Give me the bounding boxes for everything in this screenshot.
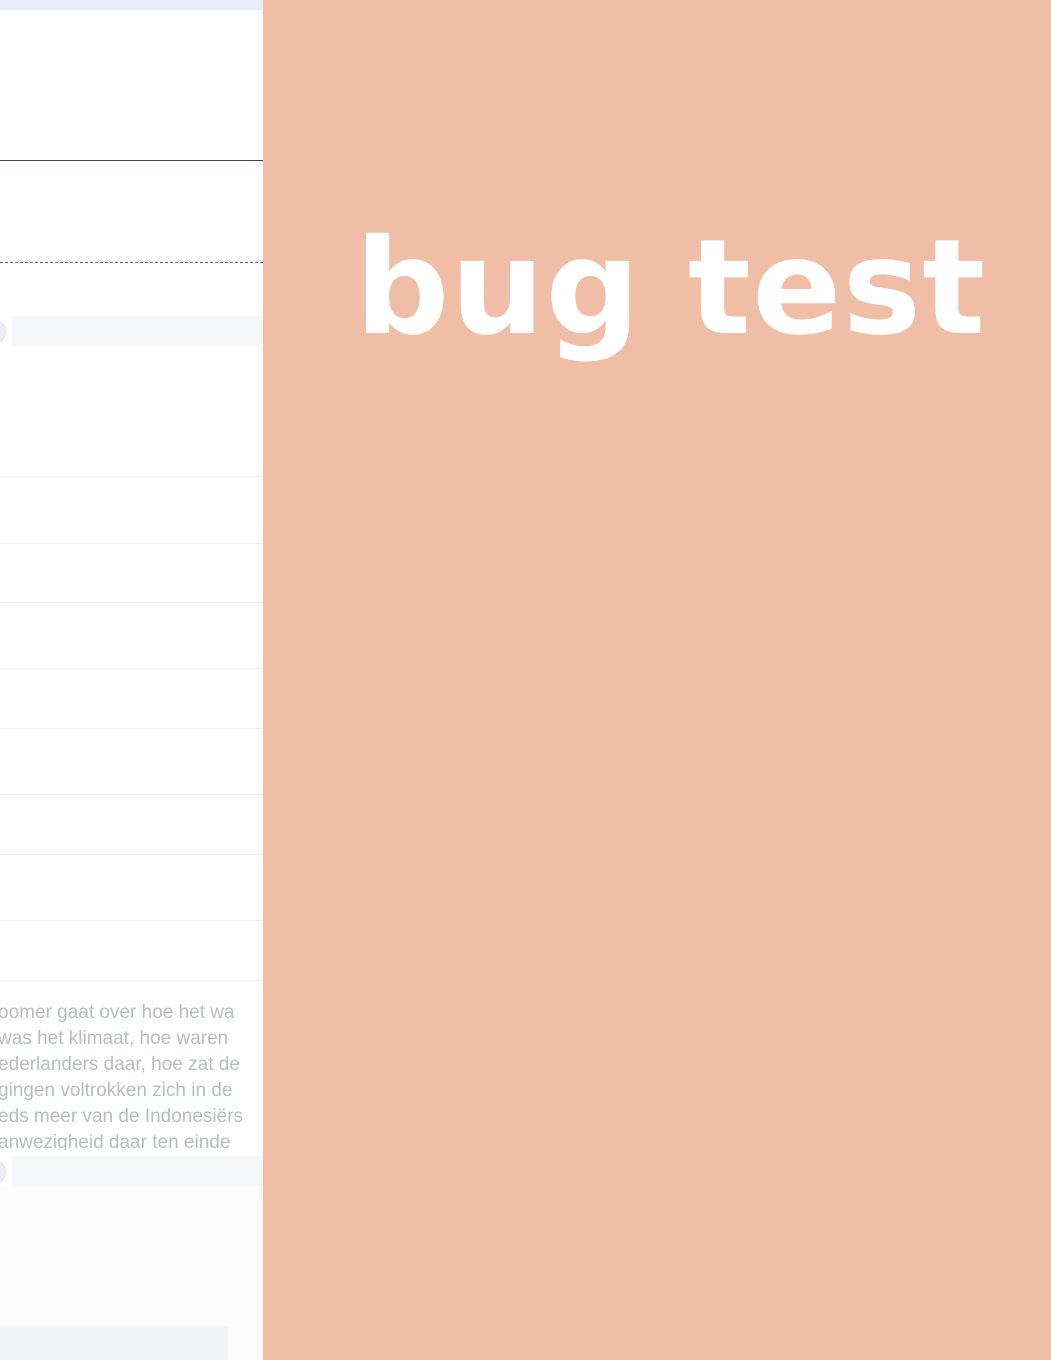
row-divider bbox=[0, 920, 263, 921]
row-divider bbox=[0, 476, 263, 477]
header-divider bbox=[0, 160, 263, 161]
section-toggle-icon[interactable] bbox=[0, 1160, 6, 1184]
row-divider bbox=[0, 794, 263, 795]
row-divider bbox=[0, 728, 263, 729]
row-divider bbox=[0, 854, 263, 855]
dashed-divider bbox=[0, 262, 263, 263]
bug-test-overlay: bug test bbox=[263, 0, 1051, 1360]
overlay-title: bug test bbox=[355, 211, 987, 365]
description-line: was het klimaat, hoe waren bbox=[0, 1028, 229, 1049]
row-divider bbox=[0, 980, 263, 981]
row-divider bbox=[0, 543, 263, 544]
description-line: oomer gaat over hoe het wa bbox=[0, 1002, 235, 1023]
background-page: oomer gaat over hoe het wa was het klima… bbox=[0, 0, 263, 1360]
description-text: oomer gaat over hoe het wa was het klima… bbox=[0, 1000, 263, 1150]
description-line: anwezigheid daar ten einde bbox=[0, 1132, 231, 1150]
row-divider bbox=[0, 602, 263, 603]
section-toggle-icon[interactable] bbox=[0, 320, 6, 344]
section-header-band bbox=[12, 316, 263, 346]
description-line: ederlanders daar, hoe zat de bbox=[0, 1054, 240, 1075]
page: oomer gaat over hoe het wa was het klima… bbox=[0, 0, 1051, 1360]
description-line: gingen voltrokken zich in de bbox=[0, 1080, 233, 1101]
row-divider bbox=[0, 668, 263, 669]
section-header-band bbox=[12, 1156, 263, 1186]
bottom-input-box[interactable] bbox=[0, 1326, 228, 1360]
description-line: eds meer van de Indonesiërs bbox=[0, 1106, 244, 1127]
top-strip bbox=[0, 0, 263, 10]
